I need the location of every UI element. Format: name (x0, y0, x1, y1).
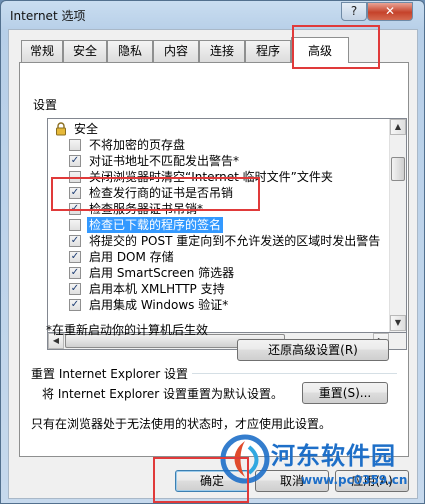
tab-connections[interactable]: 连接 (199, 40, 245, 62)
tab-content[interactable]: 内容 (153, 40, 199, 62)
site-watermark: 河东软件园 www.pc0359.cn (219, 433, 419, 495)
watermark-title: 河东软件园 (271, 442, 396, 470)
reset-description: 将 Internet Explorer 设置重置为默认设置。 (42, 387, 284, 401)
checkbox-checked[interactable]: ✓ (69, 203, 81, 215)
checkbox-checked[interactable]: ✓ (69, 235, 81, 247)
reset-section-title: 重置 Internet Explorer 设置 (31, 367, 189, 381)
title-bar[interactable]: Internet 选项 ? ✕ (1, 1, 424, 29)
scroll-down-icon[interactable]: ▼ (390, 315, 406, 331)
tab-programs[interactable]: 程序 (245, 40, 291, 62)
advanced-tab-panel: 设置 安全 不将加密的页存盘 ✓ 对证书地址不匹配发出警告* 关闭浏览器时清空“… (19, 62, 409, 457)
lock-icon (56, 122, 66, 136)
checkbox-checked[interactable]: ✓ (69, 187, 81, 199)
restart-note: *在重新启动你的计算机后生效 (46, 323, 209, 337)
reset-note: 只有在浏览器处于无法使用的状态时，才应使用此设置。 (31, 417, 332, 431)
settings-list[interactable]: 安全 不将加密的页存盘 ✓ 对证书地址不匹配发出警告* 关闭浏览器时清空“Int… (47, 118, 407, 333)
scroll-thumb[interactable] (391, 157, 405, 181)
help-button[interactable]: ? (341, 2, 367, 21)
checkbox-checked[interactable]: ✓ (69, 155, 81, 167)
tab-privacy[interactable]: 隐私 (107, 40, 153, 62)
internet-options-dialog: Internet 选项 ? ✕ 常规 安全 隐私 内容 连接 程序 高级 设置 (0, 0, 425, 504)
checkbox-checked[interactable]: ✓ (69, 267, 81, 279)
category-label: 安全 (74, 122, 99, 136)
dialog-client-area: 常规 安全 隐私 内容 连接 程序 高级 设置 安全 不将加密的页存盘 ✓ 对证… (8, 29, 418, 499)
close-button[interactable]: ✕ (367, 2, 413, 21)
section-divider (192, 373, 397, 374)
checkbox[interactable] (69, 171, 81, 183)
settings-list-content: 安全 不将加密的页存盘 ✓ 对证书地址不匹配发出警告* 关闭浏览器时清空“Int… (48, 119, 390, 332)
checkbox-checked[interactable]: ✓ (69, 299, 81, 311)
settings-vertical-scrollbar[interactable]: ▲ ▼ (389, 119, 406, 332)
settings-group-label: 设置 (33, 98, 58, 112)
tab-general[interactable]: 常规 (21, 40, 63, 62)
checkbox-checked[interactable]: ✓ (69, 283, 81, 295)
watermark-url: www.pc0359.cn (301, 473, 408, 487)
tab-advanced[interactable]: 高级 (291, 37, 349, 63)
scroll-up-icon[interactable]: ▲ (390, 119, 406, 135)
restore-advanced-settings-button[interactable]: 还原高级设置(R) (237, 339, 389, 361)
checkbox-checked[interactable]: ✓ (69, 251, 81, 263)
reset-button[interactable]: 重置(S)... (302, 382, 388, 404)
checkbox[interactable] (69, 139, 81, 151)
tab-security[interactable]: 安全 (63, 40, 107, 62)
window-title: Internet 选项 (10, 9, 86, 23)
checkbox[interactable] (69, 219, 81, 231)
watermark-logo-icon (220, 434, 270, 484)
